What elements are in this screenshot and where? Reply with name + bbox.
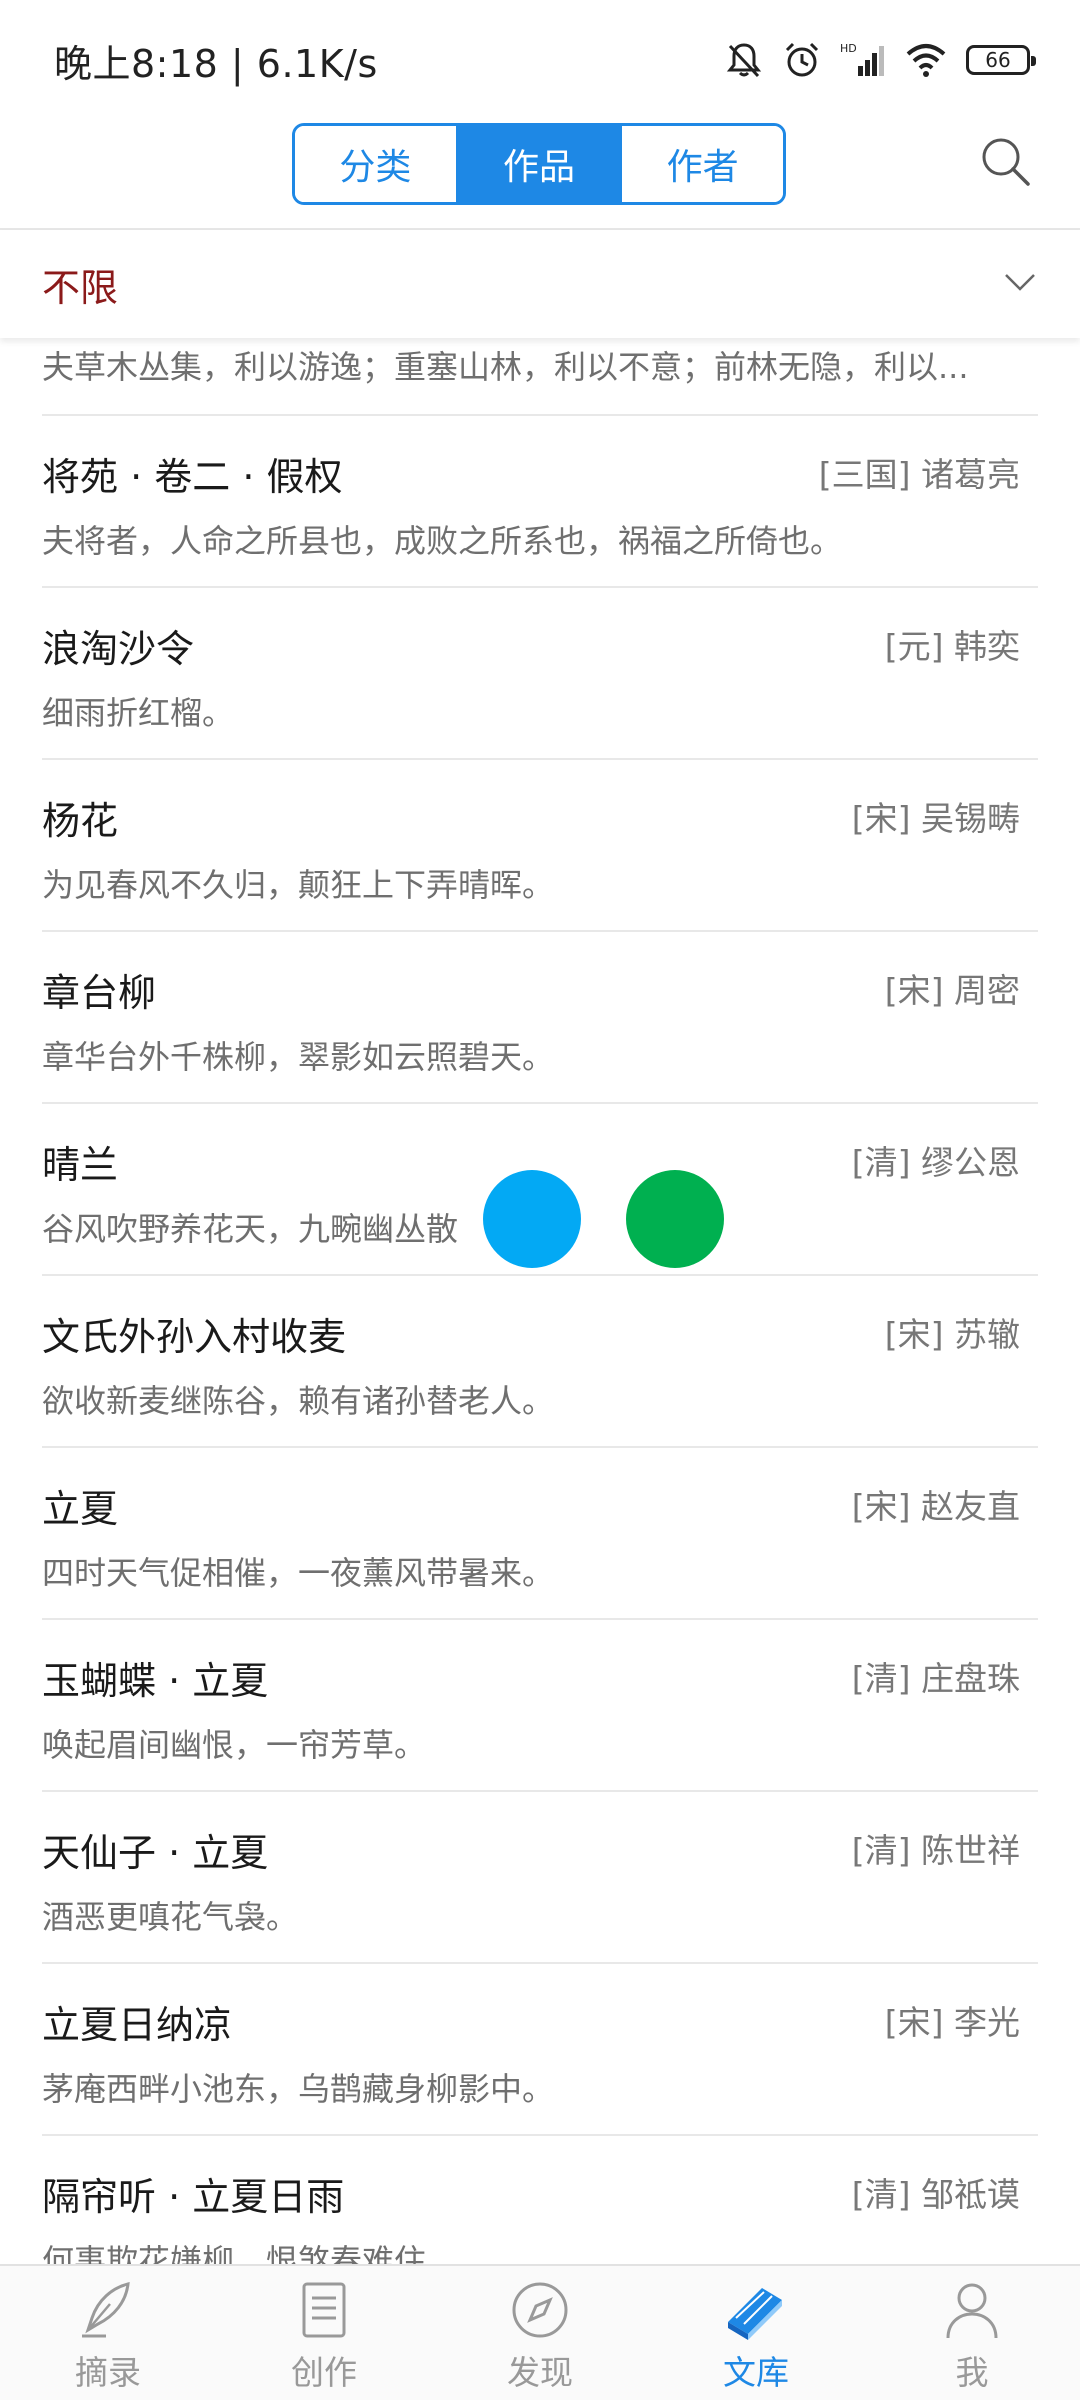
item-author: [清] 庄盘珠 xyxy=(851,1659,1020,1698)
nav-label: 创作 xyxy=(291,2353,357,2392)
list-item[interactable]: 文氏外孙入村收麦 [宋] 苏辙 欲收新麦继陈谷，赖有诸孙替老人。 xyxy=(42,1276,1038,1448)
search-button[interactable] xyxy=(976,134,1036,194)
item-title: 玉蝴蝶 · 立夏 xyxy=(42,1659,269,1703)
tab-works[interactable]: 作品 xyxy=(455,126,620,202)
works-list: 夫草木丛集，利以游逸；重塞山林，利以不意；前林无隐，利以... 将苑 · 卷二 … xyxy=(0,338,1080,2264)
list-item[interactable]: 浪淘沙令 [元] 韩奕 细雨折红榴。 xyxy=(42,588,1038,760)
top-header: 分类 作品 作者 xyxy=(0,120,1080,230)
item-excerpt: 为见春风不久归，颠狂上下弄晴晖。 xyxy=(42,866,555,904)
item-excerpt: 唤起眉间幽恨，一帘芳草。 xyxy=(42,1726,427,1764)
segmented-control: 分类 作品 作者 xyxy=(292,123,786,205)
item-excerpt: 夫草木丛集，利以游逸；重塞山林，利以不意；前林无隐，利以... xyxy=(42,348,969,386)
status-bar: 晚上8:18 | 6.1K/s HD 66 xyxy=(0,0,1080,120)
item-excerpt: 四时天气促相催，一夜薰风带暑来。 xyxy=(42,1554,555,1592)
item-excerpt: 欲收新麦继陈谷，赖有诸孙替老人。 xyxy=(42,1382,555,1420)
item-title: 天仙子 · 立夏 xyxy=(42,1831,269,1875)
compass-icon xyxy=(508,2278,572,2342)
nav-library[interactable]: 文库 xyxy=(648,2266,864,2400)
item-title: 文氏外孙入村收麦 xyxy=(42,1315,347,1359)
item-author: [宋] 吴锡畴 xyxy=(851,799,1020,838)
tab-authors[interactable]: 作者 xyxy=(619,126,783,202)
network-label: HD xyxy=(840,42,857,55)
item-author: [宋] 周密 xyxy=(884,971,1020,1010)
item-author: [清] 缪公恩 xyxy=(851,1143,1020,1182)
item-author: [宋] 赵友直 xyxy=(851,1487,1020,1526)
item-excerpt: 茅庵西畔小池东，乌鹊藏身柳影中。 xyxy=(42,2070,555,2108)
item-title: 立夏日纳凉 xyxy=(42,2003,233,2047)
list-item[interactable]: 立夏日纳凉 [宋] 李光 茅庵西畔小池东，乌鹊藏身柳影中。 xyxy=(42,1964,1038,2136)
list-item[interactable]: 立夏 [宋] 赵友直 四时天气促相催，一夜薰风带暑来。 xyxy=(42,1448,1038,1620)
item-author: [宋] 苏辙 xyxy=(884,1315,1020,1354)
filter-label: 不限 xyxy=(42,265,119,310)
alarm-clock-icon xyxy=(782,40,822,80)
status-time-speed: 晚上8:18 | 6.1K/s xyxy=(54,41,378,86)
item-excerpt: 何事欺花嫌柳，恨煞春难住。 xyxy=(42,2242,459,2264)
bottom-navigation: 摘录 创作 发现 文库 我 xyxy=(0,2264,1080,2400)
floating-blue-dot[interactable] xyxy=(483,1170,581,1268)
wifi-icon xyxy=(904,40,948,80)
item-excerpt: 酒恶更嗔花气袅。 xyxy=(42,1898,299,1936)
nav-me[interactable]: 我 xyxy=(864,2266,1080,2400)
books-icon xyxy=(722,2278,790,2342)
quill-icon xyxy=(76,2278,140,2342)
person-icon xyxy=(940,2278,1004,2342)
item-author: [三国] 诸葛亮 xyxy=(818,455,1020,494)
item-title: 立夏 xyxy=(42,1487,119,1531)
cellular-signal-icon: HD xyxy=(840,40,886,80)
nav-label: 文库 xyxy=(723,2353,789,2392)
list-item[interactable]: 将苑 · 卷二 · 假权 [三国] 诸葛亮 夫将者，人命之所县也，成败之所系也，… xyxy=(42,416,1038,588)
item-title: 将苑 · 卷二 · 假权 xyxy=(42,455,343,499)
nav-label: 摘录 xyxy=(75,2353,141,2392)
nav-label: 发现 xyxy=(507,2353,573,2392)
document-icon xyxy=(292,2278,356,2342)
item-title: 晴兰 xyxy=(42,1143,119,1187)
status-icons: HD 66 xyxy=(724,40,1036,80)
item-title: 章台柳 xyxy=(42,971,157,1015)
filter-dropdown[interactable]: 不限 xyxy=(0,230,1080,338)
item-excerpt: 谷风吹野养花天，九畹幽丛散 xyxy=(42,1210,459,1248)
battery-level: 66 xyxy=(985,48,1011,72)
item-author: [清] 陈世祥 xyxy=(851,1831,1020,1870)
battery-indicator: 66 xyxy=(966,45,1036,75)
list-item[interactable]: 隔帘听 · 立夏日雨 [清] 邹祗谟 何事欺花嫌柳，恨煞春难住。 xyxy=(42,2136,1038,2264)
list-item[interactable]: 天仙子 · 立夏 [清] 陈世祥 酒恶更嗔花气袅。 xyxy=(42,1792,1038,1964)
item-author: [宋] 李光 xyxy=(884,2003,1020,2042)
floating-green-dot[interactable] xyxy=(626,1170,724,1268)
chevron-down-icon xyxy=(1000,262,1040,306)
search-icon xyxy=(978,134,1034,194)
tab-category[interactable]: 分类 xyxy=(295,126,456,202)
item-excerpt: 夫将者，人命之所县也，成败之所系也，祸福之所倚也。 xyxy=(42,522,843,560)
list-item[interactable]: 杨花 [宋] 吴锡畴 为见春风不久归，颠狂上下弄晴晖。 xyxy=(42,760,1038,932)
nav-excerpts[interactable]: 摘录 xyxy=(0,2266,216,2400)
list-item[interactable]: 章台柳 [宋] 周密 章华台外千株柳，翠影如云照碧天。 xyxy=(42,932,1038,1104)
item-title: 浪淘沙令 xyxy=(42,627,195,671)
item-author: [清] 邹祗谟 xyxy=(851,2175,1020,2214)
nav-label: 我 xyxy=(955,2353,989,2392)
item-excerpt: 章华台外千株柳，翠影如云照碧天。 xyxy=(42,1038,555,1076)
mute-bell-icon xyxy=(724,40,764,80)
list-item[interactable]: 玉蝴蝶 · 立夏 [清] 庄盘珠 唤起眉间幽恨，一帘芳草。 xyxy=(42,1620,1038,1792)
item-title: 杨花 xyxy=(42,799,119,843)
item-author: [元] 韩奕 xyxy=(884,627,1020,666)
list-item-partial[interactable]: 夫草木丛集，利以游逸；重塞山林，利以不意；前林无隐，利以... xyxy=(42,338,1038,416)
nav-discover[interactable]: 发现 xyxy=(432,2266,648,2400)
item-title: 隔帘听 · 立夏日雨 xyxy=(42,2175,345,2219)
app-screen: 晚上8:18 | 6.1K/s HD 66 分类 作品 作者 不限 夫草木丛集，… xyxy=(0,0,1080,2400)
item-excerpt: 细雨折红榴。 xyxy=(42,694,235,732)
nav-create[interactable]: 创作 xyxy=(216,2266,432,2400)
